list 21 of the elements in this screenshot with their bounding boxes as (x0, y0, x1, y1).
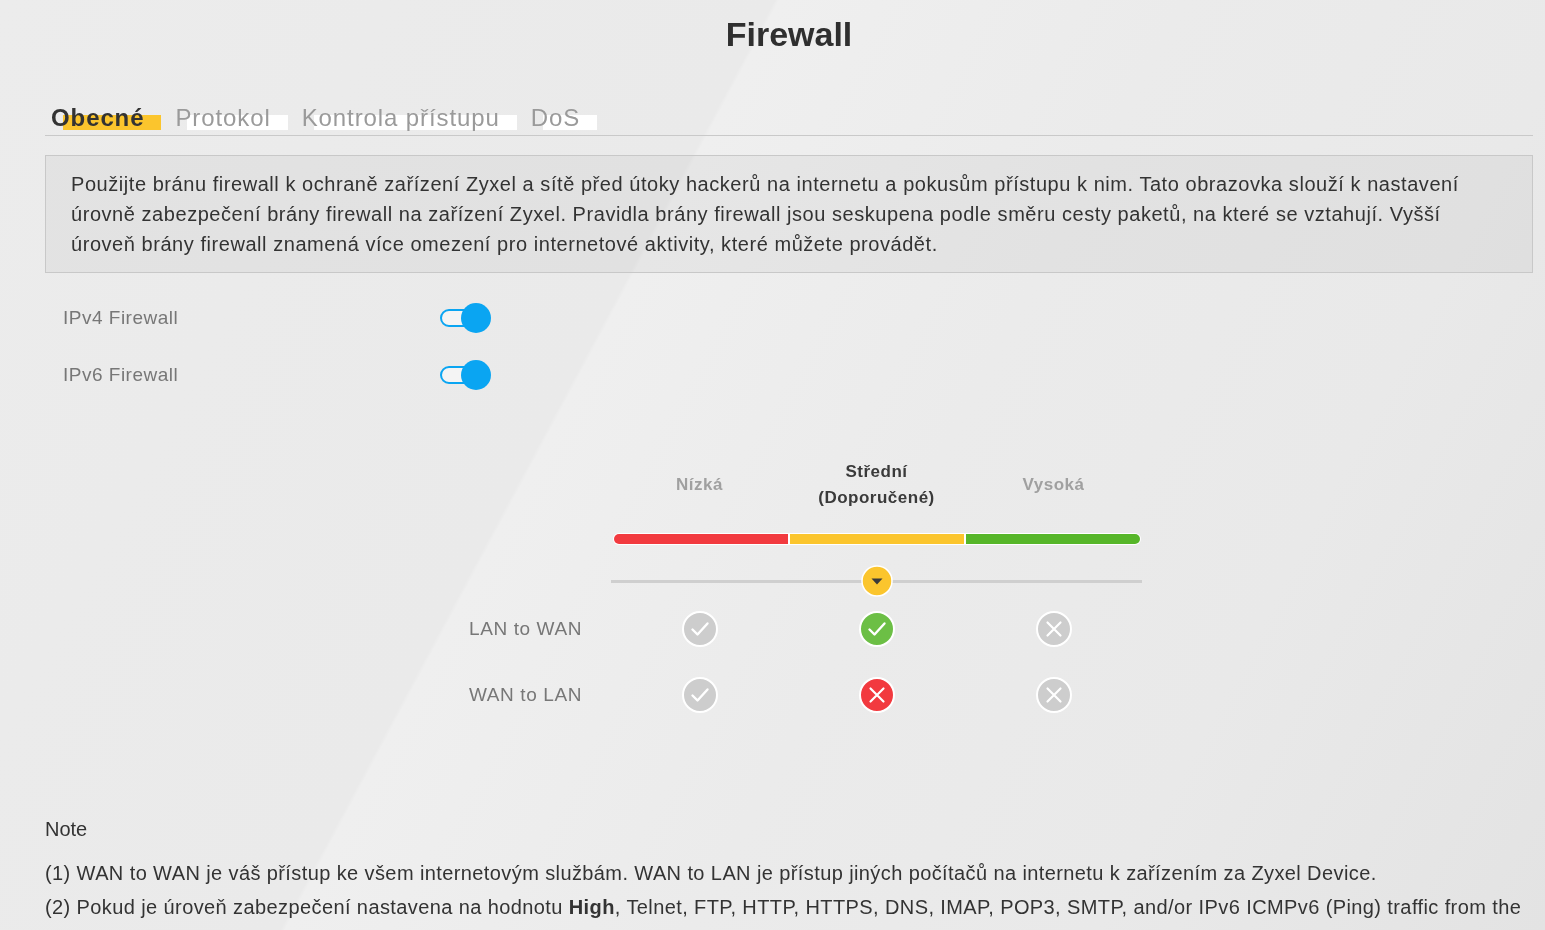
page-title: Firewall (724, 14, 854, 54)
note-text: (2) Pokud je úroveň zabezpečení nastavena na hodnotu High, Telnet, FTP, HTTP, HTTPS, DNS, IMAP, POP3, SMTP, and/or IPv6 ICMPv6 (Ping) traffic from the (45, 895, 1523, 920)
cross-icon (858, 677, 895, 713)
toggle-label: IPv4 Firewall (63, 307, 180, 329)
slider-handle[interactable] (860, 565, 893, 597)
direction-label: WAN to LAN (469, 684, 582, 706)
check-icon (858, 611, 895, 647)
cross-icon (1035, 677, 1072, 713)
check-icon (681, 677, 718, 713)
cross-icon (1035, 611, 1072, 647)
level-label: Střední (Doporučené) (817, 461, 936, 509)
level-label: Vysoká (1022, 474, 1085, 496)
description-text: Použijte bránu firewall k ochraně zařízení Zyxel a sítě před útoky hackerů na internetu a pokusům přístupu k nim. Tato obrazovka slouží k nastavení úrovně zabezpečení brány firewall na zařízení Zyxel. Pravidla brány firewall jsou seskupena podle směru cesty paketů, na které se vztahují. Vyšší úroveň brány firewall znamená více omezení pro internetové aktivity, které můžete provádět. (71, 172, 1460, 257)
toggle-switch[interactable] (440, 359, 492, 391)
toggle-label: IPv6 Firewall (63, 364, 180, 386)
level-label: Nízká (676, 474, 723, 496)
note-text: (1) WAN to WAN je váš přístup ke všem internetovým službám. WAN to LAN je přístup jiných počítačů na internetu k zařízením za Zyxel Device. (45, 861, 1378, 886)
direction-label: LAN to WAN (469, 618, 582, 640)
note-title: Note (45, 817, 89, 842)
toggle-switch[interactable] (440, 302, 492, 334)
check-icon (681, 611, 718, 647)
